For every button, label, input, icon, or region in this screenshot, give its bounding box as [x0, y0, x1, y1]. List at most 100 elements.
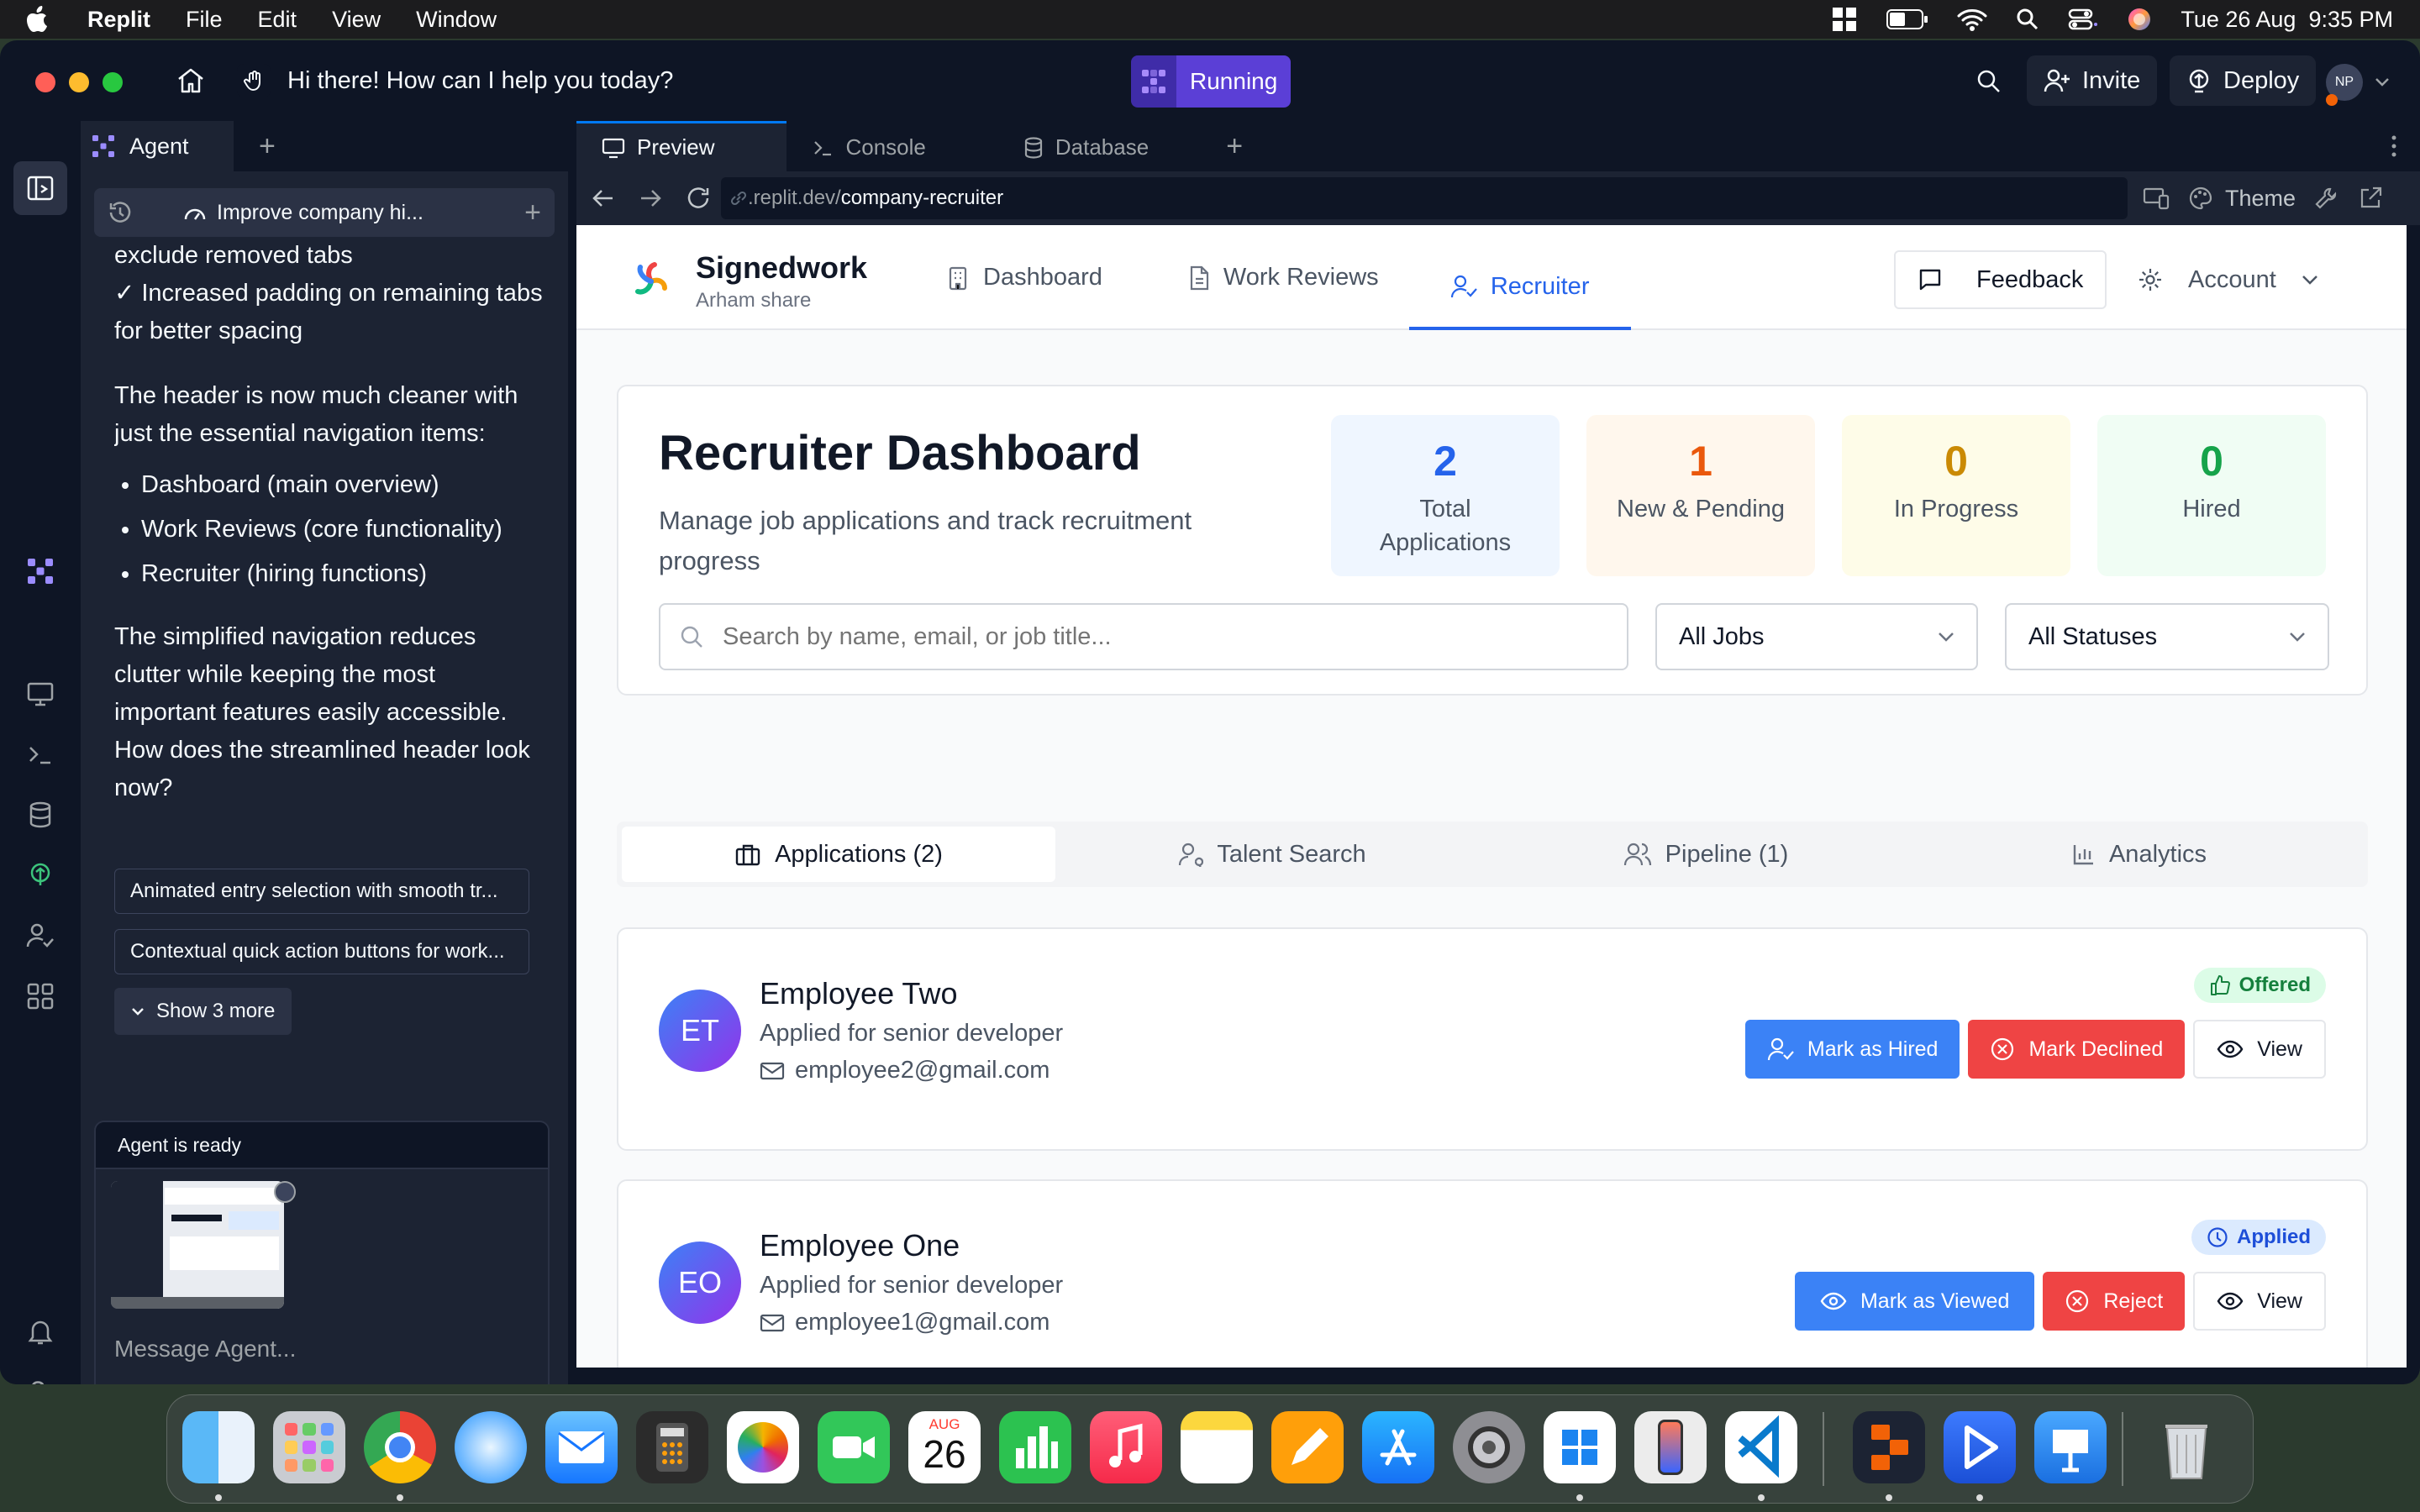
mark-declined-button[interactable]: Mark Declined — [1968, 1020, 2186, 1079]
mail-app-icon[interactable] — [545, 1411, 618, 1483]
system-settings-icon[interactable] — [1453, 1411, 1525, 1483]
thread-title[interactable]: Improve company hi... — [217, 201, 424, 225]
menu-edit[interactable]: Edit — [258, 7, 297, 33]
signedwork-logo-icon[interactable] — [630, 260, 672, 302]
iphone-mirroring-icon[interactable] — [1634, 1411, 1707, 1483]
applicant-name[interactable]: Employee Two — [760, 976, 957, 1011]
suggestion-chip[interactable]: Contextual quick action buttons for work… — [114, 929, 529, 974]
nav-dashboard[interactable]: Dashboard — [924, 225, 1124, 330]
screen-recorder-icon[interactable] — [1944, 1411, 2016, 1483]
devtools-icon[interactable] — [2314, 186, 2339, 211]
running-button[interactable]: Running — [1131, 55, 1292, 108]
application-card[interactable]: EO Employee One Applied for senior devel… — [617, 1179, 2368, 1368]
pages-icon[interactable] — [1271, 1411, 1344, 1483]
battery-icon[interactable] — [1886, 9, 1928, 29]
account-menu[interactable]: Account — [2138, 250, 2318, 309]
keynote-icon[interactable] — [2034, 1411, 2107, 1483]
menu-view[interactable]: View — [332, 7, 381, 33]
view-button[interactable]: View — [2193, 1272, 2326, 1331]
tab-preview[interactable]: Preview — [576, 121, 787, 171]
back-icon[interactable] — [592, 187, 615, 209]
address-field[interactable]: .replit.dev/company-recruiter — [721, 177, 2128, 219]
vscode-icon[interactable] — [1725, 1411, 1797, 1483]
history-icon[interactable] — [108, 200, 133, 225]
screenshot-attachment[interactable] — [111, 1181, 284, 1309]
remove-attachment-button[interactable] — [274, 1181, 296, 1203]
music-icon[interactable] — [1090, 1411, 1162, 1483]
chrome-icon[interactable] — [364, 1411, 436, 1483]
chevron-down-icon[interactable] — [2375, 77, 2390, 87]
app-menu[interactable]: Replit — [87, 7, 150, 33]
tab-console[interactable]: Console — [786, 121, 997, 171]
search-input[interactable] — [723, 622, 1597, 651]
forward-icon[interactable] — [639, 187, 662, 209]
deploy-rail-icon[interactable] — [25, 860, 55, 890]
search-icon[interactable] — [1976, 69, 2002, 94]
home-icon[interactable] — [176, 67, 205, 94]
jobs-filter-select[interactable]: All Jobs — [1655, 603, 1978, 670]
calculator-icon[interactable] — [636, 1411, 708, 1483]
finder-icon[interactable] — [182, 1411, 255, 1483]
apps-grid-icon[interactable] — [25, 981, 55, 1011]
brand-name[interactable]: Signedwork — [696, 250, 867, 286]
grid-status-icon[interactable] — [1831, 6, 1858, 33]
tab-talent-search[interactable]: Talent Search — [1055, 827, 1489, 882]
zoom-window-button[interactable] — [103, 72, 123, 92]
menu-file[interactable]: File — [186, 7, 223, 33]
calendar-icon[interactable]: AUG 26 — [908, 1411, 981, 1483]
wifi-icon[interactable] — [1957, 8, 1987, 31]
agent-prompt[interactable]: Hi there! How can I help you today? — [237, 55, 673, 106]
mark-as-viewed-button[interactable]: Mark as Viewed — [1794, 1272, 2035, 1331]
control-center-icon[interactable] — [2068, 8, 2098, 31]
applicant-name[interactable]: Employee One — [760, 1228, 960, 1263]
database-rail-icon[interactable] — [25, 800, 55, 830]
toggle-sidebar-button[interactable] — [13, 161, 67, 215]
add-pane-tab-button[interactable]: + — [1226, 130, 1243, 163]
minimize-window-button[interactable] — [69, 72, 89, 92]
mark-as-hired-button[interactable]: Mark as Hired — [1744, 1020, 1960, 1079]
replit-app-icon[interactable] — [1853, 1411, 1925, 1483]
menu-window[interactable]: Window — [416, 7, 497, 33]
reject-button[interactable]: Reject — [2043, 1272, 2186, 1331]
safari-icon[interactable] — [455, 1411, 527, 1483]
open-external-icon[interactable] — [2358, 186, 2383, 211]
agent-rail-icon[interactable] — [25, 556, 55, 586]
nav-recruiter[interactable]: Recruiter — [1408, 246, 1631, 330]
search-field[interactable] — [659, 603, 1628, 670]
notes-icon[interactable] — [1181, 1411, 1253, 1483]
new-thread-button[interactable]: + — [524, 197, 541, 229]
preview-rail-icon[interactable] — [25, 679, 55, 709]
close-window-button[interactable] — [35, 72, 55, 92]
photos-icon[interactable] — [727, 1411, 799, 1483]
tab-database[interactable]: Database — [998, 121, 1221, 171]
devices-icon[interactable] — [2143, 186, 2170, 210]
more-options-icon[interactable] — [2391, 134, 2396, 158]
reload-icon[interactable] — [686, 186, 711, 211]
facetime-icon[interactable] — [818, 1411, 890, 1483]
new-tab-button[interactable]: + — [259, 130, 276, 163]
invite-button[interactable]: Invite — [2027, 55, 2158, 106]
app-store-icon[interactable] — [1362, 1411, 1434, 1483]
tab-agent[interactable]: Agent — [81, 121, 234, 171]
application-card[interactable]: ET Employee Two Applied for senior devel… — [617, 927, 2368, 1151]
help-icon[interactable]: ? — [30, 1376, 45, 1384]
trash-icon[interactable] — [2150, 1411, 2223, 1483]
deploy-button[interactable]: Deploy — [2170, 55, 2317, 106]
notifications-icon[interactable] — [25, 1317, 55, 1347]
launchpad-icon[interactable] — [273, 1411, 345, 1483]
users-rail-icon[interactable] — [25, 921, 55, 951]
numbers-icon[interactable] — [999, 1411, 1071, 1483]
nav-work-reviews[interactable]: Work Reviews — [1166, 225, 1401, 330]
tab-analytics[interactable]: Analytics — [1923, 827, 2356, 882]
view-button[interactable]: View — [2193, 1020, 2326, 1079]
apple-icon[interactable] — [27, 6, 50, 33]
show-more-button[interactable]: Show 3 more — [114, 988, 292, 1035]
clock[interactable]: Tue 26 Aug 9:35 PM — [2181, 7, 2393, 33]
console-rail-icon[interactable] — [25, 739, 55, 769]
tab-applications[interactable]: Applications (2) — [622, 827, 1055, 882]
message-input[interactable]: Message Agent... — [114, 1336, 296, 1362]
tab-pipeline[interactable]: Pipeline (1) — [1489, 827, 1923, 882]
siri-icon[interactable] — [2127, 7, 2152, 32]
windows-app-icon[interactable] — [1544, 1411, 1616, 1483]
spotlight-icon[interactable] — [2016, 8, 2039, 31]
